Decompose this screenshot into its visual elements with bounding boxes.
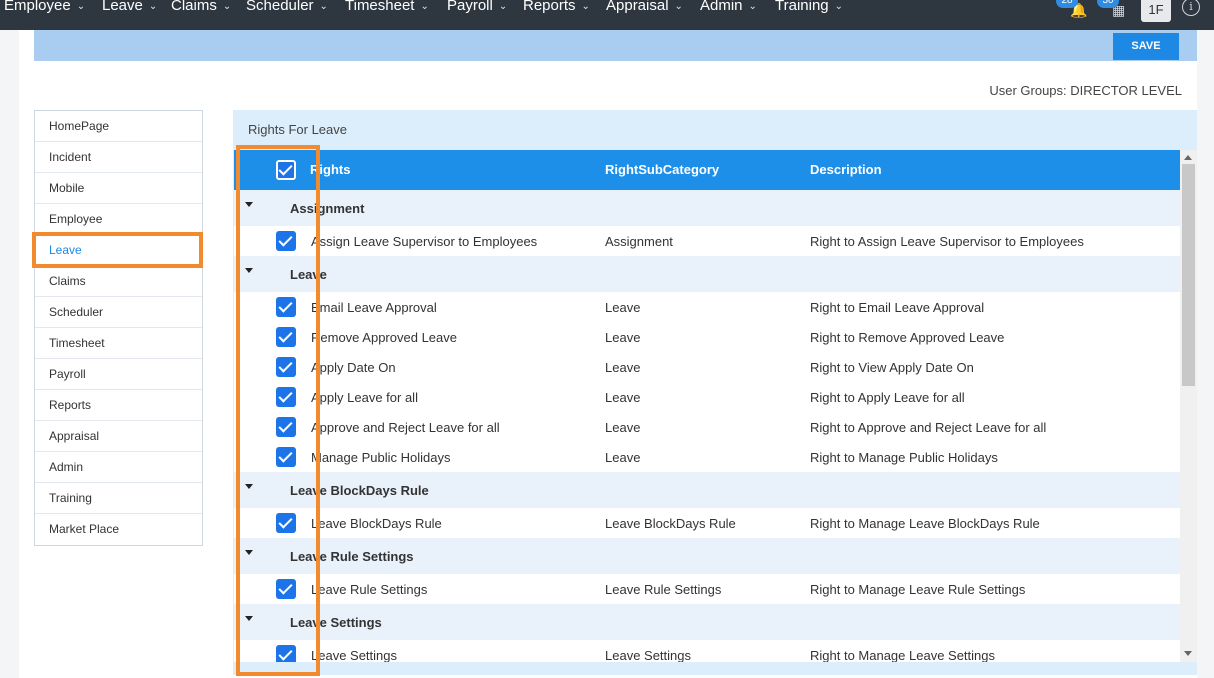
save-button[interactable]: SAVE	[1113, 33, 1179, 60]
chevron-down-icon: ⌄	[674, 1, 683, 12]
group-row-leave-settings[interactable]: Leave Settings	[234, 604, 1180, 640]
nav-appraisal[interactable]: Appraisal ⌄	[606, 0, 683, 14]
page-gutter-left	[0, 30, 19, 678]
action-bar	[34, 30, 1197, 61]
table-row: Leave Settings Leave Settings Right to M…	[234, 640, 1180, 662]
page-gutter-right	[1197, 30, 1214, 678]
nav-leave[interactable]: Leave ⌄	[102, 0, 157, 14]
caret-down-icon[interactable]	[245, 202, 253, 207]
caret-down-icon[interactable]	[245, 484, 253, 489]
sidebar-item-reports[interactable]: Reports	[35, 390, 202, 421]
sidebar-item-employee[interactable]: Employee	[35, 204, 202, 235]
group-row-leave-rule-settings[interactable]: Leave Rule Settings	[234, 538, 1180, 574]
scroll-thumb[interactable]	[1182, 164, 1195, 386]
group-row-leave-blockdays-rule[interactable]: Leave BlockDays Rule	[234, 472, 1180, 508]
apps-badge: 30	[1097, 0, 1119, 8]
chevron-down-icon: ⌄	[498, 1, 508, 12]
grid-scrollbar[interactable]	[1180, 150, 1197, 662]
table-row: Remove Approved Leave Leave Right to Rem…	[234, 322, 1180, 352]
scroll-up-arrow-icon[interactable]	[1184, 155, 1192, 160]
row-checkbox[interactable]	[276, 417, 296, 437]
row-checkbox[interactable]	[276, 327, 296, 347]
caret-down-icon[interactable]	[245, 268, 253, 273]
row-checkbox[interactable]	[276, 513, 296, 533]
sidebar-item-payroll[interactable]: Payroll	[35, 359, 202, 390]
user-groups-label: User Groups: DIRECTOR LEVEL	[989, 83, 1182, 98]
row-checkbox[interactable]	[276, 579, 296, 599]
caret-down-icon[interactable]	[245, 550, 253, 555]
nav-employee[interactable]: Employee ⌄	[4, 0, 85, 14]
sidebar-item-leave[interactable]: Leave	[35, 235, 202, 266]
notification-badge: 28	[1056, 0, 1078, 8]
sidebar-item-admin[interactable]: Admin	[35, 452, 202, 483]
nav-admin[interactable]: Admin ⌄	[700, 0, 757, 14]
nav-training[interactable]: Training ⌄	[775, 0, 843, 14]
sidebar-item-incident[interactable]: Incident	[35, 142, 202, 173]
chevron-down-icon: ⌄	[222, 1, 232, 12]
row-checkbox[interactable]	[276, 297, 296, 317]
group-row-leave[interactable]: Leave	[234, 256, 1180, 292]
sidebar-item-homepage[interactable]: HomePage	[35, 111, 202, 142]
sidebar-item-timesheet[interactable]: Timesheet	[35, 328, 202, 359]
chevron-down-icon: ⌄	[581, 1, 590, 12]
chevron-down-icon: ⌄	[834, 1, 844, 12]
caret-down-icon[interactable]	[245, 616, 253, 621]
sidebar-item-claims[interactable]: Claims	[35, 266, 202, 297]
nav-payroll[interactable]: Payroll ⌄	[447, 0, 507, 14]
chevron-down-icon: ⌄	[319, 1, 328, 12]
table-row: Assign Leave Supervisor to Employees Ass…	[234, 226, 1180, 256]
row-checkbox[interactable]	[276, 645, 296, 662]
table-row: Approve and Reject Leave for all Leave R…	[234, 412, 1180, 442]
top-nav: Employee ⌄ Leave ⌄ Claims ⌄ Scheduler ⌄ Time…	[0, 0, 1214, 30]
chevron-down-icon: ⌄	[148, 1, 158, 12]
grid-header: Rights RightSubCategory Description	[234, 150, 1180, 190]
table-row: Leave Rule Settings Leave Rule Settings …	[234, 574, 1180, 604]
row-checkbox[interactable]	[276, 357, 296, 377]
scroll-down-arrow-icon[interactable]	[1184, 651, 1192, 656]
sidebar-item-market-place[interactable]: Market Place	[35, 514, 202, 545]
panel-title: Rights For Leave	[248, 122, 347, 137]
table-row: Apply Leave for all Leave Right to Apply…	[234, 382, 1180, 412]
chevron-down-icon: ⌄	[420, 1, 429, 12]
row-checkbox[interactable]	[276, 387, 296, 407]
table-row: Email Leave Approval Leave Right to Emai…	[234, 292, 1180, 322]
nav-scheduler[interactable]: Scheduler ⌄	[246, 0, 328, 14]
table-row: Leave BlockDays Rule Leave BlockDays Rul…	[234, 508, 1180, 538]
table-row: Manage Public Holidays Leave Right to Ma…	[234, 442, 1180, 472]
row-checkbox[interactable]	[276, 231, 296, 251]
avatar[interactable]: 1F	[1141, 0, 1171, 22]
chevron-down-icon: ⌄	[76, 1, 86, 12]
column-header-description[interactable]: Description	[810, 162, 882, 177]
column-header-rights[interactable]: Rights	[310, 162, 350, 177]
sidebar: HomePage Incident Mobile Employee Leave …	[34, 110, 203, 546]
sidebar-item-scheduler[interactable]: Scheduler	[35, 297, 202, 328]
sidebar-item-appraisal[interactable]: Appraisal	[35, 421, 202, 452]
sidebar-item-training[interactable]: Training	[35, 483, 202, 514]
table-row: Apply Date On Leave Right to View Apply …	[234, 352, 1180, 382]
group-row-assignment[interactable]: Assignment	[234, 190, 1180, 226]
column-header-subcategory[interactable]: RightSubCategory	[605, 162, 719, 177]
nav-timesheet[interactable]: Timesheet ⌄	[345, 0, 429, 14]
nav-reports[interactable]: Reports ⌄	[523, 0, 590, 14]
rights-grid: Assignment Assign Leave Supervisor to Em…	[234, 190, 1180, 662]
chevron-down-icon: ⌄	[748, 1, 757, 12]
nav-claims[interactable]: Claims ⌄	[171, 0, 231, 14]
info-icon[interactable]: i	[1182, 0, 1200, 16]
sidebar-item-mobile[interactable]: Mobile	[35, 173, 202, 204]
row-checkbox[interactable]	[276, 447, 296, 467]
select-all-checkbox[interactable]	[276, 160, 296, 180]
